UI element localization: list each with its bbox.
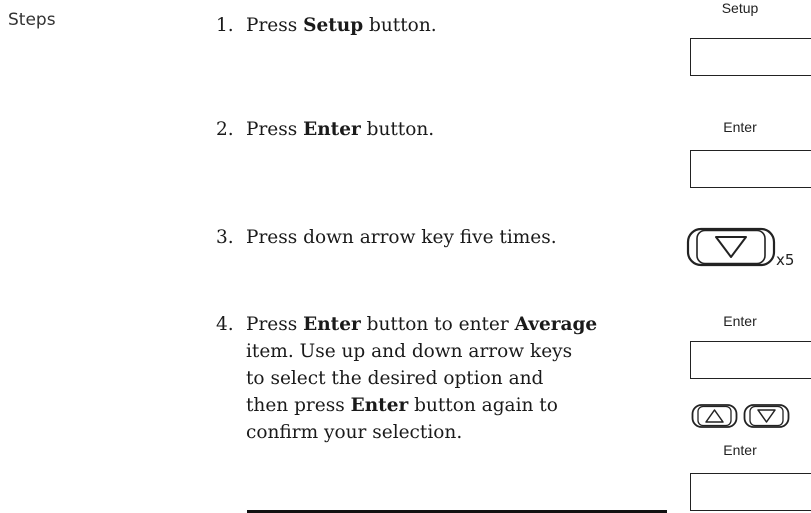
step-text: Press Enter button. (246, 119, 435, 140)
enter-key-label: Enter (723, 313, 757, 329)
setup-key (690, 38, 811, 76)
down-arrow-key-icon (686, 227, 776, 267)
up-arrow-key-icon (691, 404, 738, 428)
step-text: Press Enter button to enter Average item… (246, 314, 598, 443)
step-text: Press down arrow key five times. (246, 227, 557, 248)
down-arrow-key-icon (743, 404, 790, 428)
step-number: 3. (216, 227, 234, 248)
enter-key (690, 341, 811, 379)
enter-key-label: Enter (723, 442, 757, 458)
enter-key (690, 473, 811, 511)
repeat-count: x5 (776, 251, 795, 269)
step-number: 1. (216, 15, 234, 36)
step-number: 2. (216, 119, 234, 140)
step-text: Press Setup button. (246, 15, 437, 36)
step-number: 4. (216, 314, 234, 335)
setup-key-label: Setup (721, 0, 759, 16)
steps-heading: Steps (8, 10, 56, 30)
enter-key (690, 150, 811, 188)
enter-key-label: Enter (723, 119, 757, 135)
